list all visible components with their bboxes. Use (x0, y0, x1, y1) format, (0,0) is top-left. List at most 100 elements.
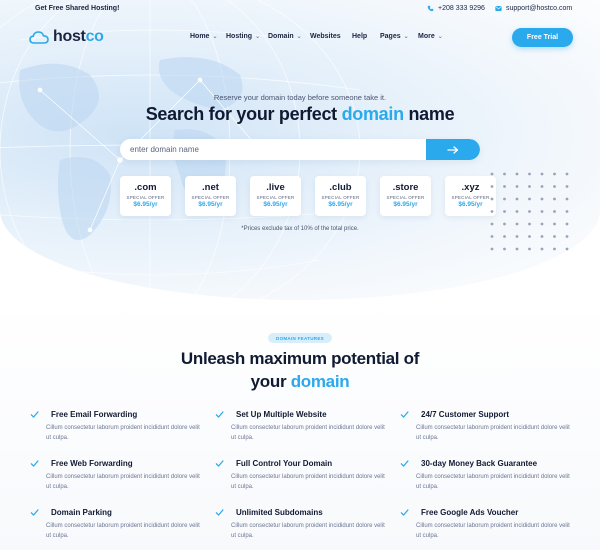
check-icon (215, 411, 224, 418)
decor-dot (503, 222, 506, 226)
dot-grid-decoration (490, 172, 569, 251)
tld-card-live[interactable]: .live SPECIAL OFFER $6.95/yr (250, 176, 301, 216)
nav-item-domain[interactable]: Domain ⌄ (268, 33, 310, 40)
tld-card-store[interactable]: .store SPECIAL OFFER $6.95/yr (380, 176, 431, 216)
feature-item-web-forwarding: Free Web Forwarding Cillum consectetur l… (30, 459, 200, 492)
decor-dot (490, 222, 494, 226)
decor-dot (565, 185, 569, 188)
nav-item-pages[interactable]: Pages ⌄ (380, 33, 418, 40)
feature-description: Cillum consectetur laborum proident inci… (416, 523, 570, 539)
feature-description: Cillum consectetur laborum proident inci… (231, 523, 385, 539)
chevron-down-icon: ⌄ (212, 34, 218, 40)
feature-item-multiple-website: Set Up Multiple Website Cillum consectet… (215, 410, 385, 443)
logo[interactable]: hostco (29, 28, 104, 46)
decor-dot (490, 247, 494, 251)
feature-name: Free Email Forwarding (51, 410, 138, 419)
chevron-down-icon: ⌄ (437, 34, 443, 40)
nav-menu: Home ⌄ Hosting ⌄ Domain ⌄ Websites Help Pag… (190, 33, 448, 40)
decor-dot (540, 235, 544, 238)
tld-offer-label: SPECIAL OFFER (126, 195, 165, 200)
check-icon (215, 460, 224, 467)
decor-dot (553, 172, 556, 176)
decor-dot (528, 197, 531, 201)
decor-dot (528, 172, 531, 176)
decor-dot (503, 185, 506, 188)
decor-dot (515, 185, 519, 188)
decor-dot (528, 235, 531, 238)
decor-dot (553, 210, 556, 213)
tld-extension: .com (134, 182, 157, 193)
feature-description: Cillum consectetur laborum proident inci… (46, 425, 200, 441)
decor-dot (503, 235, 506, 238)
decor-dot (528, 247, 531, 251)
decor-dot (540, 172, 544, 176)
feature-name: Domain Parking (51, 508, 112, 517)
check-icon (215, 509, 224, 516)
feature-description: Cillum consectetur laborum proident inci… (231, 425, 385, 441)
domain-search-button[interactable] (426, 139, 480, 160)
tld-price: $6.95/yr (198, 201, 223, 208)
feature-name: Free Web Forwarding (51, 459, 133, 468)
tld-extension: .store (392, 182, 419, 193)
decor-dot (515, 172, 519, 176)
feature-description: Cillum consectetur laborum proident inci… (231, 474, 385, 490)
promo-link[interactable]: Get Free Shared Hosting! (35, 5, 119, 12)
hero-title-highlight: domain (341, 104, 405, 124)
chevron-down-icon: ⌄ (403, 34, 409, 40)
check-icon (400, 509, 409, 516)
email-contact[interactable]: support@hostco.com (495, 5, 572, 12)
email-address: support@hostco.com (506, 5, 573, 12)
nav-item-label: Pages (380, 33, 401, 40)
feature-description: Cillum consectetur laborum proident inci… (46, 523, 200, 539)
nav-item-help[interactable]: Help (352, 33, 380, 40)
feature-description: Cillum consectetur laborum proident inci… (416, 425, 570, 441)
decor-dot (515, 235, 519, 238)
feature-name: 30-day Money Back Guarantee (421, 459, 538, 468)
decor-dot (540, 210, 544, 213)
hero-title-before: Search for your perfect (145, 104, 342, 124)
chevron-down-icon: ⌄ (296, 34, 302, 40)
decor-dot (515, 197, 519, 201)
features-title-highlight: domain (290, 372, 350, 391)
phone-contact[interactable]: +208 333 9296 (427, 5, 485, 12)
decor-dot (565, 222, 569, 226)
tld-price: $6.95/yr (328, 201, 353, 208)
feature-item-subdomains: Unlimited Subdomains Cillum consectetur … (215, 508, 385, 541)
feature-name: Set Up Multiple Website (236, 410, 327, 419)
tld-card-club[interactable]: .club SPECIAL OFFER $6.95/yr (315, 176, 366, 216)
decor-dot (503, 172, 506, 176)
nav-item-label: More (418, 33, 435, 40)
decor-dot (553, 222, 556, 226)
nav-item-more[interactable]: More ⌄ (418, 33, 448, 40)
feature-item-domain-parking: Domain Parking Cillum consectetur laboru… (30, 508, 200, 541)
check-icon (400, 411, 409, 418)
decor-dot (540, 185, 544, 188)
decor-dot (490, 172, 494, 176)
feature-item-email-forwarding: Free Email Forwarding Cillum consectetur… (30, 410, 200, 443)
check-icon (400, 460, 409, 467)
top-bar: Get Free Shared Hosting! +208 333 9296 s… (0, 0, 600, 18)
tld-card-com[interactable]: .com SPECIAL OFFER $6.95/yr (120, 176, 171, 216)
feature-item-full-control: Full Control Your Domain Cillum consecte… (215, 459, 385, 492)
decor-dot (553, 247, 556, 251)
nav-item-label: Help (352, 33, 368, 40)
nav-item-hosting[interactable]: Hosting ⌄ (226, 33, 268, 40)
phone-icon (427, 5, 434, 12)
tld-price-list: .com SPECIAL OFFER $6.95/yr .net SPECIAL OF… (120, 176, 496, 216)
nav-item-home[interactable]: Home ⌄ (190, 33, 226, 40)
feature-item-customer-support: 24/7 Customer Support Cillum consectetur… (400, 410, 570, 443)
decor-dot (490, 235, 494, 238)
decor-dot (490, 185, 494, 188)
chevron-down-icon: ⌄ (255, 34, 261, 40)
domain-search-input[interactable] (120, 139, 426, 160)
tld-price: $6.95/yr (263, 201, 288, 208)
tld-card-net[interactable]: .net SPECIAL OFFER $6.95/yr (185, 176, 236, 216)
decor-dot (553, 235, 556, 238)
hero-title-after: name (403, 104, 455, 124)
nav-item-websites[interactable]: Websites (310, 33, 352, 40)
check-icon (30, 460, 39, 467)
decor-dot (503, 247, 506, 251)
free-trial-button[interactable]: Free Trial (512, 28, 573, 47)
decor-dot (565, 197, 569, 201)
hero-tagline: Reserve your domain today before someone… (213, 93, 387, 102)
